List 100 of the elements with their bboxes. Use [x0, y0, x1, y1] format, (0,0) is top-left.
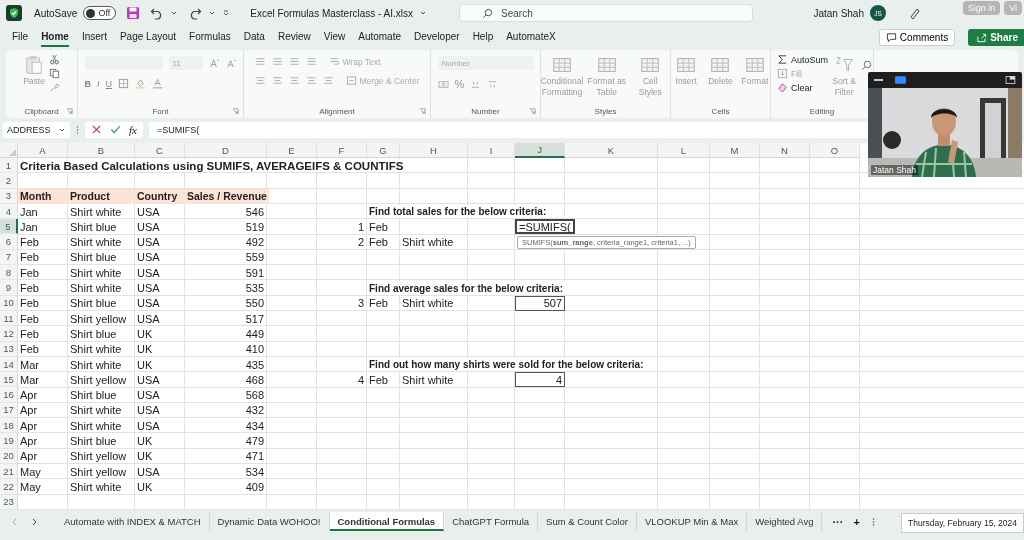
grow-font-icon[interactable] — [208, 57, 220, 69]
row-header[interactable]: 19 — [0, 433, 18, 449]
column-header[interactable]: A — [18, 143, 68, 158]
insert-function-button[interactable]: fx — [129, 123, 137, 136]
scissors-icon[interactable] — [49, 54, 60, 65]
formula-input[interactable]: =SUMIFS( — [148, 121, 868, 138]
search-input[interactable]: Search — [499, 6, 704, 20]
caret-icon[interactable] — [419, 9, 428, 17]
column-header[interactable]: L — [658, 143, 710, 158]
row-header[interactable]: 16 — [0, 387, 18, 403]
sheet-tab[interactable]: VLOOKUP Min & Max — [636, 512, 748, 531]
row-header[interactable]: 22 — [0, 479, 18, 495]
name-box[interactable]: ADDRESS — [3, 121, 70, 138]
launcher-icon[interactable] — [529, 107, 536, 115]
column-header[interactable]: F — [317, 143, 367, 158]
screen-icon[interactable] — [895, 76, 906, 84]
sheet-control[interactable]: ··· — [832, 515, 844, 528]
align-icon[interactable] — [254, 75, 266, 86]
save-icon[interactable] — [126, 6, 141, 20]
row-header[interactable]: 15 — [0, 372, 18, 388]
ribbon-tab[interactable]: Formulas — [189, 27, 231, 47]
expand-icon[interactable] — [1005, 76, 1016, 84]
column-header[interactable]: J — [515, 143, 565, 158]
align-icon[interactable] — [288, 56, 300, 67]
ribbon-tab[interactable]: View — [323, 27, 346, 47]
cancel-icon[interactable] — [91, 124, 102, 135]
column-header[interactable]: K — [565, 143, 658, 158]
column-header[interactable]: I — [468, 143, 515, 158]
align-icon[interactable] — [271, 75, 283, 86]
align-icon[interactable] — [305, 56, 317, 67]
ribbon-tab[interactable]: Home — [41, 27, 69, 47]
ribbon-tab[interactable]: Insert — [81, 27, 107, 47]
brush-icon[interactable] — [49, 82, 60, 93]
row-header[interactable]: 1 — [0, 158, 18, 174]
ribbon-tab[interactable]: Developer — [414, 27, 460, 47]
caret-icon[interactable] — [170, 9, 179, 17]
ribbon-tab[interactable]: AutomateX — [506, 27, 556, 47]
sheet-control[interactable]: + — [853, 515, 860, 528]
align-icon[interactable] — [322, 75, 334, 86]
currency-icon[interactable] — [437, 78, 449, 90]
sheet-tab[interactable]: Conditional Formulas — [329, 512, 445, 531]
autosum-button[interactable]: AutoSum — [777, 54, 829, 65]
pen-icon[interactable] — [908, 6, 922, 20]
launcher-icon[interactable] — [419, 107, 426, 115]
copy-icon[interactable] — [49, 68, 60, 79]
share-button[interactable]: Share — [968, 28, 1024, 46]
clear-button[interactable]: Clear — [777, 82, 813, 93]
column-header[interactable]: G — [367, 143, 400, 158]
column-header[interactable]: C — [135, 143, 185, 158]
ribbon-tab[interactable]: Review — [277, 27, 311, 47]
column-header[interactable]: D — [185, 143, 267, 158]
ribbon-tab[interactable]: Automate — [358, 27, 402, 47]
row-header[interactable]: 8 — [0, 265, 18, 281]
minimize-icon[interactable] — [874, 78, 883, 82]
autosave-toggle[interactable]: Off — [83, 6, 117, 20]
caret-icon[interactable] — [208, 9, 217, 17]
column-header[interactable]: B — [68, 143, 135, 158]
launcher-icon[interactable] — [232, 107, 239, 115]
borders-icon[interactable] — [118, 78, 129, 89]
align-icon[interactable] — [305, 75, 317, 86]
column-header[interactable]: M — [710, 143, 760, 158]
align-icon[interactable] — [288, 75, 300, 86]
ribbon-tab[interactable]: File — [12, 27, 29, 47]
align-icon[interactable] — [271, 56, 283, 67]
sheet-tab[interactable]: ChatGPT Formula — [444, 512, 539, 531]
row-header[interactable]: 9 — [0, 280, 18, 296]
font-style-button[interactable]: U — [105, 78, 112, 89]
redo-icon[interactable] — [188, 6, 203, 20]
row-header[interactable]: 18 — [0, 418, 18, 434]
row-header[interactable]: 5 — [0, 219, 18, 235]
column-header[interactable]: H — [400, 143, 468, 158]
search-field[interactable]: Search — [459, 4, 754, 22]
table-cell[interactable]: =SUMIFS( — [515, 219, 575, 235]
comments-button[interactable]: Comments — [878, 28, 956, 46]
row-header[interactable]: 12 — [0, 326, 18, 342]
shrink-font-icon[interactable] — [225, 57, 237, 69]
font-color-icon[interactable] — [152, 78, 163, 89]
more-icon[interactable] — [871, 516, 875, 527]
font-style-button[interactable]: I — [97, 78, 100, 89]
row-header[interactable]: 6 — [0, 234, 18, 250]
fill-color-icon[interactable] — [135, 78, 146, 89]
select-all-icon[interactable] — [9, 149, 16, 156]
customize-icon[interactable] — [222, 9, 231, 17]
column-header[interactable]: E — [267, 143, 317, 158]
sheet-tab[interactable]: Sum & Count Color — [538, 512, 637, 531]
decimal-icon[interactable] — [487, 78, 499, 90]
check-icon[interactable] — [110, 124, 121, 135]
column-header[interactable]: O — [810, 143, 860, 158]
next-sheet-icon[interactable] — [30, 517, 38, 526]
sheet-tab[interactable]: Automate with INDEX & MATCH — [56, 512, 210, 531]
file-name[interactable]: Excel Formulas Masterclass - AI.xlsx — [250, 7, 414, 19]
align-icon[interactable] — [254, 56, 266, 67]
sheet-tab[interactable]: Weighted Avg — [747, 512, 823, 531]
ribbon-tab[interactable]: Page Layout — [119, 27, 177, 47]
ribbon-tab[interactable]: Data — [243, 27, 265, 47]
sheet-tab[interactable]: Dynamic Data WOHOO! — [209, 512, 330, 531]
column-header[interactable]: N — [760, 143, 810, 158]
ribbon-tab[interactable]: Help — [472, 27, 494, 47]
launcher-icon[interactable] — [66, 107, 73, 115]
previous-sheet-icon[interactable] — [11, 517, 19, 526]
